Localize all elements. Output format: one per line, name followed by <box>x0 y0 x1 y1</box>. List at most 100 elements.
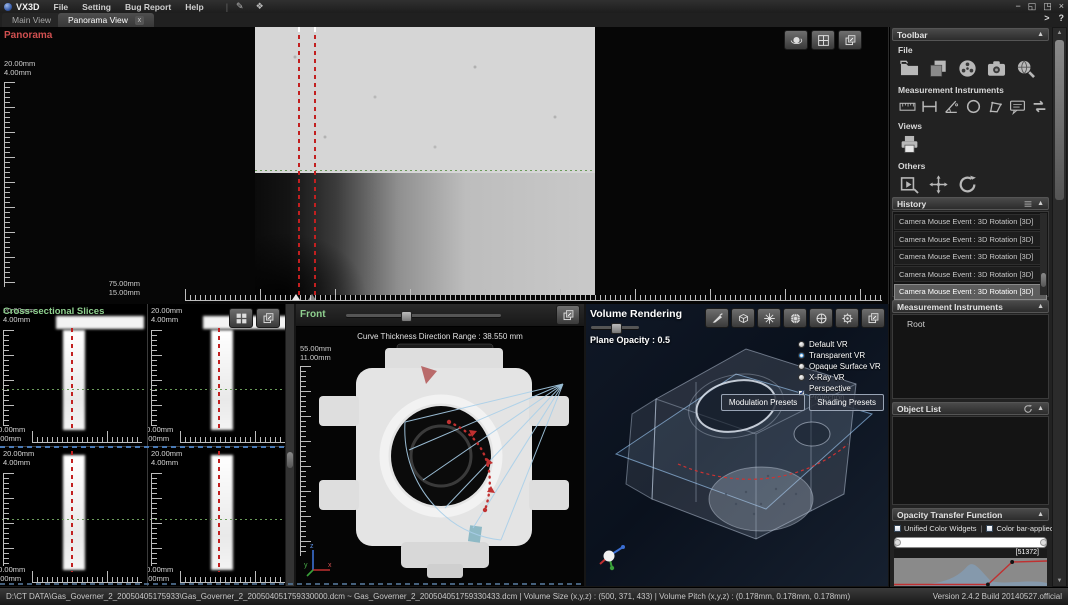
cross-section-quadrant-3[interactable]: 20.00mm4.00mm 10.00mm2.00mm <box>0 447 147 586</box>
object-list-header[interactable]: Object List ▲ <box>892 402 1049 415</box>
shading-presets-button[interactable]: Shading Presets <box>809 394 884 411</box>
row-separator-blue-dashed[interactable] <box>0 446 286 448</box>
tree-item-root[interactable]: Root <box>893 315 1048 329</box>
radio-icon[interactable] <box>798 363 805 370</box>
radio-icon[interactable] <box>798 374 805 381</box>
checkbox-icon[interactable] <box>986 525 993 532</box>
history-section-header[interactable]: History ▲ <box>892 197 1049 210</box>
radio-default-vr[interactable]: Default VR <box>798 340 848 349</box>
tab-main-view[interactable]: Main View <box>2 13 61 27</box>
tab-close-icon[interactable]: x <box>135 16 144 25</box>
front-slider-thumb[interactable] <box>401 311 412 322</box>
radio-icon[interactable] <box>798 341 805 348</box>
opacity-transfer-function-header[interactable]: Opacity Transfer Function ▲ <box>892 508 1049 521</box>
quad-red-crosshair[interactable] <box>71 328 73 432</box>
cross-section-quadrant-1[interactable]: 20.00mm4.00mm 10.00mm2.00mm <box>0 304 147 446</box>
quad-green-crosshair[interactable] <box>150 519 292 520</box>
angle-icon[interactable] <box>943 98 960 117</box>
tab-panorama-view[interactable]: Panorama View x <box>58 13 154 27</box>
plane-opacity-thumb[interactable] <box>611 323 622 334</box>
collapse-arrow-icon[interactable]: ▲ <box>1037 31 1044 38</box>
move-axes-icon[interactable] <box>928 174 949 196</box>
copy-icon[interactable] <box>928 58 949 81</box>
panorama-green-crosshair[interactable] <box>255 170 595 171</box>
quad-red-crosshair[interactable] <box>218 328 220 432</box>
caliper-icon[interactable] <box>921 98 938 117</box>
folder-open-icon[interactable] <box>899 58 920 81</box>
checkbox-icon[interactable] <box>894 525 901 532</box>
front-xray-drawing[interactable] <box>301 338 579 584</box>
history-item[interactable]: Camera Mouse Event : 3D Rotation [3D] <box>894 249 1047 265</box>
film-icon[interactable] <box>957 58 978 81</box>
measurement-instruments-header[interactable]: Measurement Instruments ▲ <box>892 300 1049 313</box>
otf-transfer-curve[interactable] <box>894 558 1047 586</box>
sphere-icon[interactable] <box>783 308 807 328</box>
quad-green-crosshair[interactable] <box>150 389 292 390</box>
sidebar-scrollbar[interactable]: ▲ ▼ <box>1052 27 1067 587</box>
slice-marker-1[interactable] <box>292 294 300 300</box>
toolbar-section-header[interactable]: Toolbar ▲ <box>892 28 1049 41</box>
quad-red-crosshair[interactable] <box>218 451 220 572</box>
close-button[interactable]: × <box>1059 1 1064 12</box>
otf-histogram[interactable]: [51372] <box>894 549 1047 586</box>
history-scrollbar-thumb[interactable] <box>1041 273 1046 287</box>
sidebar-scrollbar-thumb[interactable] <box>1055 40 1064 200</box>
grid-view-icon[interactable] <box>229 308 253 328</box>
polygon-icon[interactable] <box>987 98 1004 117</box>
clip-plane-icon[interactable] <box>705 308 729 328</box>
cross-section-quadrant-4[interactable]: 20.00mm4.00mm 10.00mm2.00mm <box>148 447 294 586</box>
scroll-down-icon[interactable]: ▼ <box>1053 578 1066 584</box>
snapshot-icon[interactable] <box>838 30 862 50</box>
collapse-arrow-icon[interactable]: ▲ <box>1037 200 1044 207</box>
tape-icon[interactable] <box>899 98 916 117</box>
snapshot-icon[interactable] <box>556 305 580 325</box>
snapshot-icon[interactable] <box>861 308 885 328</box>
burst-icon[interactable] <box>757 308 781 328</box>
annotation-icon[interactable] <box>1009 98 1026 117</box>
export-box-icon[interactable] <box>899 174 920 196</box>
coordinate-swap-icon[interactable] <box>1031 98 1048 117</box>
camera-orbit-icon[interactable] <box>784 30 808 50</box>
otf-color-gradient-bar[interactable] <box>894 537 1047 548</box>
history-item[interactable]: Camera Mouse Event : 3D Rotation [3D] <box>894 231 1047 247</box>
panorama-red-crosshair-1[interactable] <box>298 27 300 295</box>
history-item[interactable]: Camera Mouse Event : 3D Rotation [3D] <box>894 214 1047 230</box>
plane-opacity-slider[interactable] <box>591 326 639 329</box>
radio-opaque-surface-vr[interactable]: Opaque Surface VR <box>798 362 881 371</box>
wheel-icon[interactable] <box>809 308 833 328</box>
history-item[interactable]: Camera Mouse Event : 3D Rotation [3D] <box>894 266 1047 282</box>
modulation-presets-button[interactable]: Modulation Presets <box>721 394 805 411</box>
panorama-red-crosshair-2[interactable] <box>314 27 316 295</box>
quad-green-crosshair[interactable] <box>2 519 145 520</box>
snapshot-icon[interactable] <box>256 308 280 328</box>
list-icon[interactable] <box>1023 199 1033 209</box>
quad-green-crosshair[interactable] <box>2 389 145 390</box>
camera-icon[interactable] <box>986 58 1007 81</box>
history-scrollbar[interactable] <box>1040 213 1047 295</box>
printer-icon[interactable] <box>899 134 920 157</box>
search-globe-icon[interactable] <box>1015 58 1036 81</box>
brush-icon[interactable]: ❖ <box>256 1 264 12</box>
popout-button[interactable]: ◳ <box>1043 1 1052 12</box>
collapse-arrow-icon[interactable]: ▲ <box>1037 405 1044 412</box>
front-slice-slider[interactable] <box>346 314 501 317</box>
slice-marker-2[interactable] <box>308 294 316 300</box>
radio-x-ray-vr[interactable]: X-Ray VR <box>798 373 845 382</box>
pencil-icon[interactable]: ✎ <box>236 1 244 12</box>
tile-view-icon[interactable] <box>811 30 835 50</box>
menu-setting[interactable]: Setting <box>82 2 111 12</box>
help-icon[interactable]: ? <box>1059 13 1065 23</box>
radio-transparent-vr[interactable]: Transparent VR <box>798 351 865 360</box>
panorama-xray-image[interactable] <box>255 27 595 295</box>
radio-icon[interactable] <box>798 352 805 359</box>
checkbox-unified-color-widgets[interactable]: Unified Color Widgets <box>894 524 977 533</box>
quad-red-crosshair[interactable] <box>71 451 73 572</box>
restore-button[interactable]: ◱ <box>1028 1 1037 12</box>
collapse-arrow-icon[interactable]: ▲ <box>1037 303 1044 310</box>
history-item[interactable]: Camera Mouse Event : 3D Rotation [3D] <box>894 284 1047 300</box>
menu-bug-report[interactable]: Bug Report <box>125 2 171 12</box>
cross-scrollbar[interactable] <box>285 304 294 586</box>
gear-icon[interactable] <box>835 308 859 328</box>
minimize-button[interactable]: − <box>1015 1 1020 12</box>
reset-rotation-icon[interactable] <box>957 174 978 196</box>
